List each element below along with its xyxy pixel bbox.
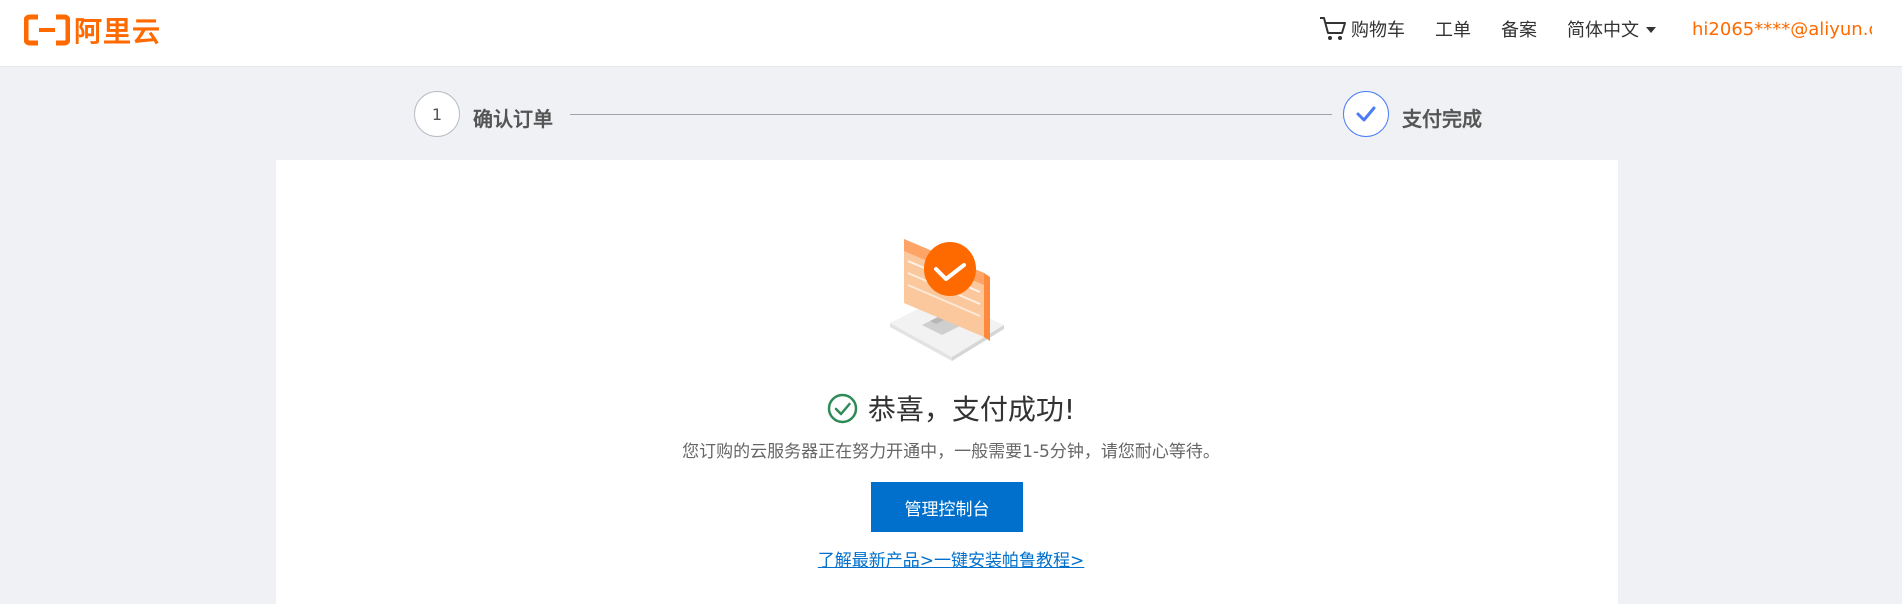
success-check-circle-icon bbox=[827, 393, 858, 423]
step-1-marker: 1 bbox=[414, 91, 460, 137]
step-1-label: 确认订单 bbox=[473, 107, 553, 131]
success-title: 恭喜，支付成功! bbox=[867, 393, 1076, 426]
user-account-link[interactable]: hi2065****@aliyun.c... bbox=[1692, 19, 1872, 40]
top-header: 阿里云 购物车 工单 备案 简体中文 hi2065****@aliyun.c..… bbox=[0, 0, 1902, 67]
success-title-row: 恭喜，支付成功! bbox=[0, 388, 1902, 428]
chevron-down-icon bbox=[1646, 27, 1656, 33]
nav-cart[interactable]: 购物车 bbox=[1319, 16, 1405, 42]
shopping-cart-icon bbox=[1320, 17, 1346, 40]
latest-products-tutorial-link[interactable]: 了解最新产品>一键安装帕鲁教程> bbox=[818, 551, 1085, 571]
step-connector-line bbox=[570, 114, 1332, 115]
checkmark-icon bbox=[1356, 106, 1376, 122]
language-selector[interactable]: 简体中文 bbox=[1567, 16, 1656, 42]
top-nav: 购物车 工单 备案 简体中文 hi2065****@aliyun.c... bbox=[1289, 0, 1872, 58]
aliyun-logo-icon bbox=[24, 14, 70, 46]
step-2-label: 支付完成 bbox=[1402, 107, 1482, 131]
logo-text: 阿里云 bbox=[74, 15, 162, 48]
payment-success-illustration bbox=[890, 239, 1004, 361]
nav-cart-label: 购物车 bbox=[1351, 20, 1405, 41]
provisioning-message: 您订购的云服务器正在努力开通中，一般需要1-5分钟，请您耐心等待。 bbox=[682, 442, 1220, 462]
step-2-marker bbox=[1343, 91, 1389, 137]
tutorial-link-row: 了解最新产品>一键安装帕鲁教程> bbox=[0, 546, 1902, 571]
payment-result-card bbox=[276, 160, 1618, 604]
nav-filing[interactable]: 备案 bbox=[1501, 16, 1537, 42]
aliyun-logo[interactable]: 阿里云 bbox=[24, 14, 161, 48]
nav-ticket[interactable]: 工单 bbox=[1435, 16, 1471, 42]
manage-console-button[interactable]: 管理控制台 bbox=[871, 482, 1023, 532]
language-label: 简体中文 bbox=[1567, 20, 1639, 41]
